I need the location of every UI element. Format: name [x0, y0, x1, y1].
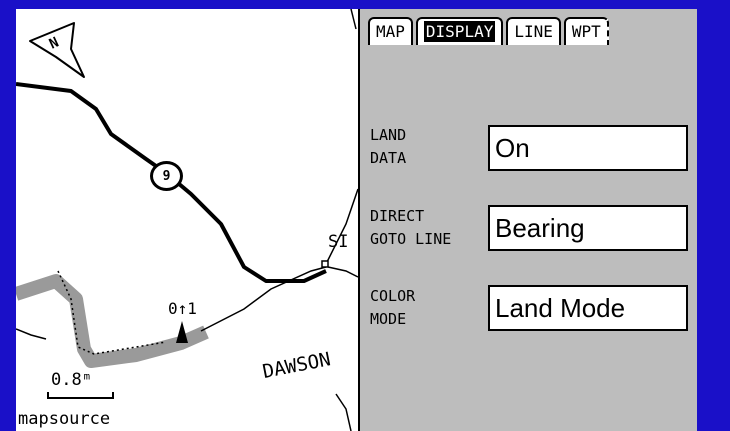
tab-wpt[interactable]: WPT	[563, 17, 609, 45]
minor-road	[16, 328, 47, 340]
north-arrow-icon: N	[29, 22, 85, 78]
minor-road	[327, 266, 359, 278]
poi-marker	[321, 260, 329, 268]
tab-label: DISPLAY	[423, 21, 496, 42]
minor-road	[325, 188, 359, 265]
track-log	[16, 274, 209, 368]
scale-bar	[47, 392, 114, 399]
map-source-label: mapsource	[18, 409, 111, 429]
gps-screen: N 9 0↑1 SI DAWSON 0.8ᵐ mapsource MAP DIS…	[16, 9, 697, 431]
minor-road	[200, 266, 327, 332]
settings-panel: MAP DISPLAY LINE WPT LAND DATA On DIRECT…	[358, 9, 697, 431]
direct-goto-line-label: DIRECT GOTO LINE	[370, 207, 452, 248]
color-mode-label: COLOR MODE	[370, 287, 416, 328]
land-data-label: LAND DATA	[370, 126, 407, 167]
tab-bar: MAP DISPLAY LINE WPT	[368, 17, 612, 47]
minor-road	[350, 9, 357, 30]
waypoint-marker-icon	[176, 321, 188, 343]
tab-display[interactable]: DISPLAY	[415, 17, 504, 45]
color-mode-field[interactable]: Land Mode	[488, 285, 688, 331]
tab-label: MAP	[376, 22, 405, 41]
tab-map[interactable]: MAP	[368, 17, 413, 45]
route-shield: 9	[150, 161, 183, 191]
tab-line[interactable]: LINE	[506, 17, 561, 45]
poi-label: SI	[328, 232, 349, 252]
direct-goto-line-field[interactable]: Bearing	[488, 205, 688, 251]
tab-label: LINE	[514, 22, 553, 41]
land-data-field[interactable]: On	[488, 125, 688, 171]
tab-label: WPT	[571, 22, 601, 41]
minor-road	[335, 393, 352, 431]
scale-label: 0.8ᵐ	[51, 370, 92, 390]
waypoint-label: 0↑1	[168, 299, 197, 318]
